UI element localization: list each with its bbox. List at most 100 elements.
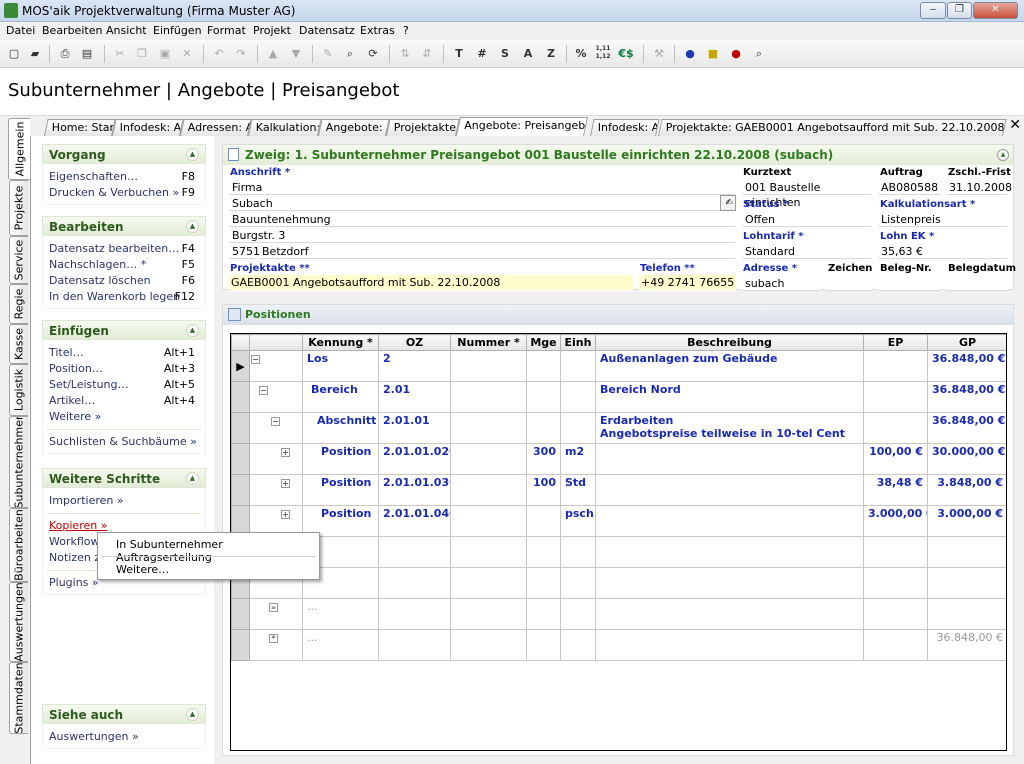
link-position[interactable]: Position… Alt+3 xyxy=(43,361,205,377)
cell-ep[interactable] xyxy=(863,629,928,661)
tab-angebote-preisangebot[interactable]: Angebote: Preisangebot xyxy=(456,117,589,136)
text-button-t[interactable]: T xyxy=(450,45,468,63)
row-selector[interactable] xyxy=(231,443,250,475)
cell-mge[interactable] xyxy=(526,350,561,382)
lohntarif-field[interactable]: Standard xyxy=(742,243,872,259)
cell-ep[interactable] xyxy=(863,567,928,599)
collapse-node-icon[interactable]: − xyxy=(271,417,280,426)
anschrift-line-1[interactable]: Firma xyxy=(229,179,736,195)
telefon-field[interactable]: +49 2741 76655 xyxy=(639,275,736,291)
cell-nummer[interactable] xyxy=(450,412,527,444)
lohnek-field[interactable]: 35,63 € xyxy=(878,243,1008,259)
col-header-mge[interactable]: Mge xyxy=(526,334,561,351)
vtab-regie[interactable]: Regie xyxy=(9,284,28,324)
menu-item-auftragserteilung[interactable]: In Subunternehmer Auftragserteilung xyxy=(116,538,319,564)
cell-ep[interactable]: 38,48 € xyxy=(863,474,928,506)
tab-angebote[interactable]: Angebote: A xyxy=(318,119,390,136)
col-header-nummer[interactable]: Nummer * xyxy=(450,334,527,351)
tab-projektakte-gaeb[interactable]: Projektakte: GAEB0001 Angebotsaufford mi… xyxy=(658,119,1007,136)
belegnr-field[interactable] xyxy=(878,275,941,291)
cell-ep[interactable] xyxy=(863,350,928,382)
menu-projekt[interactable]: Projekt xyxy=(253,24,291,37)
cell-gp[interactable] xyxy=(927,567,1006,599)
cell-einh[interactable] xyxy=(560,381,596,413)
cell-ep[interactable] xyxy=(863,412,928,444)
anschrift-line-4[interactable]: Burgstr. 3 xyxy=(229,227,736,243)
cell-gp[interactable]: 3.000,00 € xyxy=(927,505,1006,537)
close-button[interactable]: ✕ xyxy=(973,2,1018,19)
adresse-field[interactable]: subach xyxy=(742,275,820,291)
cell-oz[interactable] xyxy=(378,598,451,630)
cell-einh[interactable]: m2 xyxy=(560,443,596,475)
collapse-node-icon[interactable]: − xyxy=(259,386,268,395)
cell-einh[interactable] xyxy=(560,598,596,630)
col-header-ep[interactable]: EP xyxy=(863,334,928,351)
close-tab-icon[interactable]: ✕ xyxy=(1009,117,1021,133)
link-artikel[interactable]: Artikel… Alt+4 xyxy=(43,393,205,409)
cell-nummer[interactable] xyxy=(450,381,527,413)
signature-icon[interactable]: ✍ xyxy=(720,195,736,211)
cell-mge[interactable] xyxy=(526,536,561,568)
group-header[interactable]: Siehe auch ▲ xyxy=(42,704,206,724)
link-nachschlagen[interactable]: Nachschlagen… * F5 xyxy=(43,257,205,273)
vtab-projekte[interactable]: Projekte xyxy=(9,180,28,236)
link-datensatz-bearbeiten[interactable]: Datensatz bearbeiten… F4 xyxy=(43,241,205,257)
text-button-z[interactable]: Z xyxy=(542,45,560,63)
cell-nummer[interactable] xyxy=(450,567,527,599)
tab-kalkulation[interactable]: Kalkulation: xyxy=(248,119,322,136)
move-down-icon[interactable]: ▼ xyxy=(287,45,305,63)
collapse-icon[interactable]: ▲ xyxy=(186,324,199,337)
cell-kennung[interactable]: Abschnitt xyxy=(302,412,379,444)
menu-datensatz[interactable]: Datensatz xyxy=(299,24,355,37)
open-icon[interactable]: ▰ xyxy=(26,45,44,63)
tab-home[interactable]: Home: Start xyxy=(44,119,116,136)
tools-icon[interactable]: ⚒ xyxy=(650,45,668,63)
vtab-stammdaten[interactable]: Stammdaten xyxy=(9,662,28,734)
vtab-subunternehmer[interactable]: Subunternehmer xyxy=(9,416,28,508)
cell-nummer[interactable] xyxy=(450,598,527,630)
menu-extras[interactable]: Extras xyxy=(360,24,395,37)
cell-einh[interactable] xyxy=(560,536,596,568)
table-row[interactable]: ... xyxy=(231,567,1006,599)
cell-oz[interactable]: 2.01.01.030 xyxy=(378,474,451,506)
group-header[interactable]: Vorgang ▲ xyxy=(42,144,206,164)
cell-einh[interactable] xyxy=(560,350,596,382)
cell-gp[interactable]: 36.848,00 € xyxy=(927,412,1006,444)
cell-nummer[interactable] xyxy=(450,443,527,475)
move-up-icon[interactable]: ▲ xyxy=(264,45,282,63)
menu-bearbeiten[interactable]: Bearbeiten xyxy=(42,24,102,37)
cell-beschreibung[interactable]: Außenanlagen zum Gebäude xyxy=(595,350,864,382)
text-button-s[interactable]: S xyxy=(496,45,514,63)
menu-format[interactable]: Format xyxy=(207,24,246,37)
edit-icon[interactable]: ✎ xyxy=(319,45,337,63)
tab-infodesk-2[interactable]: Infodesk: Al xyxy=(590,119,660,136)
cell-beschreibung[interactable] xyxy=(595,567,864,599)
table-row-sum[interactable]: * ... 36.848,00 € xyxy=(231,629,1006,661)
table-row[interactable]: ... xyxy=(231,536,1006,568)
collapse-icon[interactable]: ▲ xyxy=(186,708,199,721)
table-row[interactable]: − Abschnitt 2.01.01 Erdarbeiten Angebotsp… xyxy=(231,412,1006,444)
cell-nummer[interactable] xyxy=(450,350,527,382)
menu-ansicht[interactable]: Ansicht xyxy=(106,24,147,37)
cell-beschreibung[interactable] xyxy=(595,443,864,475)
cell-mge[interactable] xyxy=(526,567,561,599)
cell-beschreibung[interactable]: Erdarbeiten Angebotspreise teilweise in 1… xyxy=(595,412,864,444)
cell-kennung[interactable]: ... xyxy=(302,598,379,630)
cell-kennung[interactable]: Position xyxy=(302,443,379,475)
menu-einfuegen[interactable]: Einfügen xyxy=(153,24,202,37)
cell-beschreibung[interactable] xyxy=(595,536,864,568)
user-lock-icon[interactable]: ● xyxy=(727,45,745,63)
collapse-icon[interactable]: ▲ xyxy=(997,149,1009,161)
cell-einh[interactable]: psch xyxy=(560,505,596,537)
cell-nummer[interactable] xyxy=(450,629,527,661)
print-preview-icon[interactable]: ▤ xyxy=(78,45,96,63)
link-warenkorb[interactable]: In den Warenkorb legen F12 xyxy=(43,289,205,305)
group-header[interactable]: Weitere Schritte ▲ xyxy=(42,468,206,488)
cell-gp[interactable]: 36.848,00 € xyxy=(927,381,1006,413)
decimal-button[interactable]: 1,11 1,12 xyxy=(594,45,612,63)
cell-ep[interactable] xyxy=(863,381,928,413)
delete-icon[interactable]: ✕ xyxy=(178,45,196,63)
expand-node-icon[interactable]: + xyxy=(281,479,290,488)
cell-nummer[interactable] xyxy=(450,505,527,537)
table-row[interactable]: − Bereich 2.01 Bereich Nord 36.848,00 € xyxy=(231,381,1006,413)
